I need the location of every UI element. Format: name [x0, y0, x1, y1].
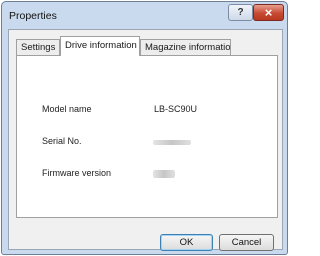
drive-information-panel: Model name LB-SC90U Serial No. Firmware … [16, 55, 278, 218]
cancel-button[interactable]: Cancel [219, 234, 274, 251]
serial-number-value-redacted [153, 140, 191, 145]
firmware-version-label: Firmware version [42, 168, 112, 178]
close-icon: × [264, 5, 273, 20]
tab-settings[interactable]: Settings [16, 39, 60, 56]
title-bar[interactable]: Properties ? × [2, 2, 287, 29]
tab-magazine-information[interactable]: Magazine information [140, 39, 231, 56]
window-title: Properties [9, 10, 57, 22]
model-name-label: Model name [42, 104, 92, 114]
firmware-version-value-redacted [153, 170, 175, 178]
tab-settings-label: Settings [21, 42, 56, 53]
dialog-body: Settings Drive information Magazine info… [8, 29, 283, 251]
tab-drive-information[interactable]: Drive information [60, 36, 140, 56]
help-icon: ? [237, 7, 244, 18]
close-button[interactable]: × [253, 4, 284, 21]
tab-drive-information-label: Drive information [65, 40, 137, 51]
help-button[interactable]: ? [228, 4, 253, 21]
serial-number-label: Serial No. [42, 136, 82, 146]
properties-window: Properties ? × Settings Drive informatio… [1, 1, 288, 255]
tab-magazine-information-label: Magazine information [145, 42, 231, 53]
ok-button-label: OK [179, 237, 194, 248]
cancel-button-label: Cancel [231, 237, 262, 248]
ok-button[interactable]: OK [160, 234, 213, 251]
model-name-value: LB-SC90U [154, 104, 198, 114]
